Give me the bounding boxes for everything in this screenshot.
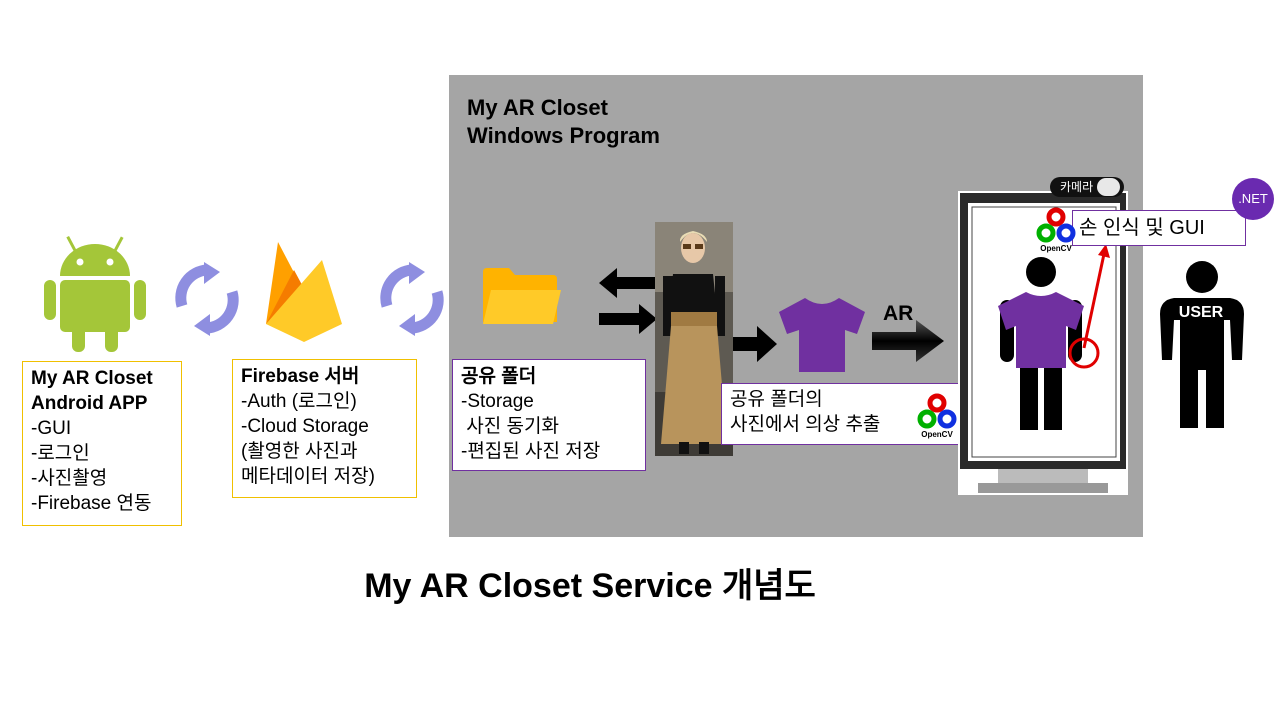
firebase-box-item: 메타데이터 저장) <box>241 466 375 487</box>
folder-icon <box>483 268 561 324</box>
sync-icon <box>380 262 444 336</box>
firebase-box-item: (촬영한 사진과 <box>241 441 358 462</box>
opencv-text: OpenCV <box>921 430 953 439</box>
android-box-item: -GUI <box>31 418 72 439</box>
firebase-box-title: Firebase 서버 <box>241 366 360 387</box>
shared-folder-item: -편집된 사진 저장 <box>461 441 601 462</box>
shared-folder-title: 공유 폴더 <box>461 366 537 387</box>
net-badge: .NET <box>1232 178 1274 220</box>
user-label: USER <box>1178 304 1224 321</box>
android-box-item: -로그인 <box>31 443 90 464</box>
diagram-title: My AR Closet Service 개념도 <box>364 567 816 605</box>
android-box-title-line1: My AR Closet <box>31 368 153 389</box>
windows-program-title: My AR Closet Windows Program <box>467 94 660 150</box>
android-box-title-line2: Android APP <box>31 393 148 414</box>
hand-pointer <box>1068 244 1110 369</box>
firebase-icon <box>266 242 342 342</box>
sync-icon <box>175 262 239 336</box>
opencv-logo: OpenCV <box>917 393 957 439</box>
opencv-logo: OpenCV <box>1036 207 1076 253</box>
shirt-icon <box>779 298 865 372</box>
firebase-box-item: -Cloud Storage <box>241 416 369 437</box>
hand-gui-label: 손 인식 및 GUI <box>1079 217 1205 239</box>
firebase-box-item: -Auth (로그인) <box>241 391 357 412</box>
android-app-box: My AR Closet Android APP -GUI -로그인 -사진촬영… <box>22 361 182 526</box>
sync-arrows <box>599 268 657 334</box>
ar-arrow <box>872 320 944 362</box>
windows-program-title-line1: My AR Closet <box>467 95 608 120</box>
firebase-server-box: Firebase 서버 -Auth (로그인) -Cloud Storage (… <box>232 359 417 498</box>
shared-folder-item: 사진 동기화 <box>461 416 559 437</box>
camera-toggle-knob[interactable] <box>1097 178 1120 196</box>
opencv-text: OpenCV <box>1040 244 1072 253</box>
arrow-right <box>733 326 777 362</box>
android-box-item: -Firebase 연동 <box>31 493 152 514</box>
user-figure <box>1160 261 1244 428</box>
windows-program-title-line2: Windows Program <box>467 123 660 148</box>
shared-folder-box: 공유 폴더 -Storage 사진 동기화 -편집된 사진 저장 <box>452 359 646 471</box>
android-icon <box>44 235 146 352</box>
android-box-item: -사진촬영 <box>31 468 108 489</box>
camera-label: 카메라 <box>1060 180 1094 194</box>
hand-gui-box: 손 인식 및 GUI <box>1072 210 1246 246</box>
shared-folder-item: -Storage <box>461 391 534 412</box>
